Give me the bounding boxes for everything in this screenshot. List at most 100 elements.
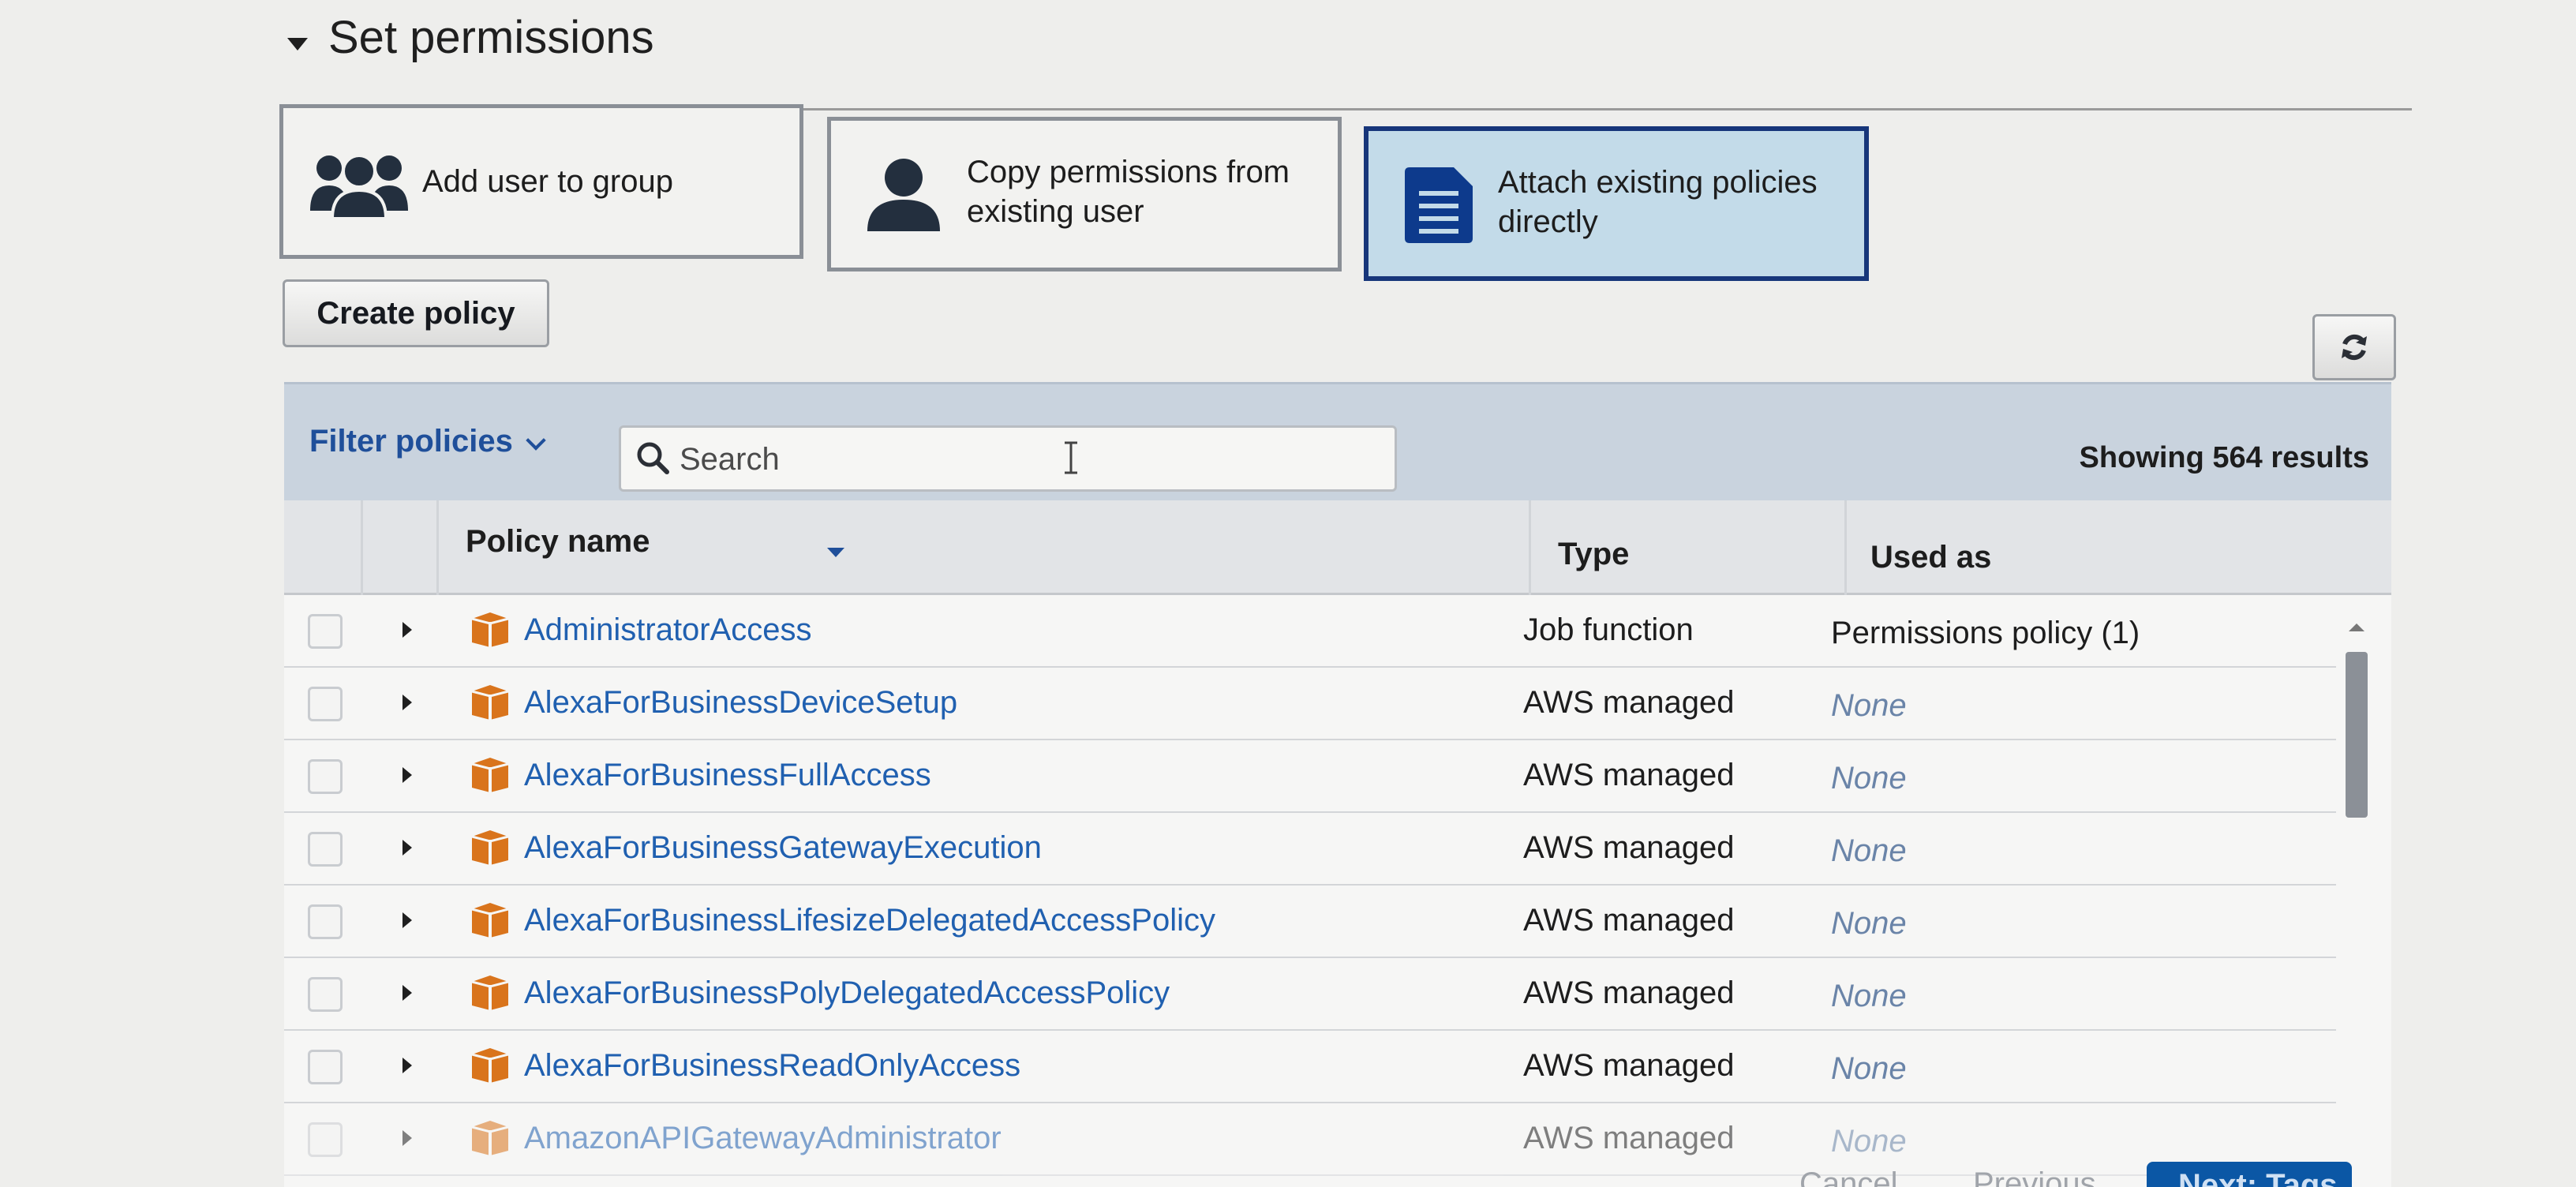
header-type[interactable]: Type: [1531, 500, 1847, 595]
scrollbar-thumb[interactable]: [2346, 652, 2368, 818]
policy-package-icon: [471, 903, 509, 938]
sort-descending-icon[interactable]: [827, 548, 844, 557]
copy-permissions-label-line2: existing user: [967, 194, 1144, 229]
scroll-up-arrow-icon[interactable]: [2349, 623, 2364, 631]
user-icon: [867, 159, 940, 231]
copy-permissions-option[interactable]: Copy permissions from existing user: [827, 117, 1342, 271]
attach-policies-option[interactable]: Attach existing policies directly: [1364, 126, 1869, 281]
policy-name-link[interactable]: AmazonAPIGatewayAdministrator: [524, 1121, 1002, 1156]
policy-type: AWS managed: [1523, 1048, 1735, 1083]
row-checkbox[interactable]: [308, 977, 343, 1012]
policy-used-as: Permissions policy (1): [1831, 616, 2140, 650]
add-user-to-group-label: Add user to group: [422, 164, 673, 199]
table-row[interactable]: AmazonAPIGatewayAdministrator AWS manage…: [284, 1103, 2336, 1176]
policy-name-link[interactable]: AlexaForBusinessReadOnlyAccess: [524, 1048, 1020, 1084]
users-group-icon: [310, 154, 408, 219]
next-tags-button[interactable]: Next: Tags: [2147, 1162, 2352, 1187]
refresh-icon: [2342, 334, 2367, 361]
table-row[interactable]: AlexaForBusinessReadOnlyAccess AWS manag…: [284, 1031, 2336, 1103]
policy-type: AWS managed: [1523, 903, 1735, 938]
policy-package-icon: [471, 830, 509, 865]
expand-row-icon[interactable]: [402, 1058, 412, 1073]
policy-type: AWS managed: [1523, 830, 1735, 865]
results-count: Showing 564 results: [2079, 441, 2369, 474]
expand-row-icon[interactable]: [402, 695, 412, 710]
section-header[interactable]: Set permissions: [281, 8, 2412, 110]
expand-row-icon[interactable]: [402, 767, 412, 783]
refresh-button[interactable]: [2312, 314, 2396, 380]
policy-used-as: None: [1831, 1124, 1907, 1159]
table-scrollbar[interactable]: [2341, 623, 2372, 1187]
previous-button[interactable]: Previous: [1973, 1166, 2096, 1187]
policy-package-icon: [471, 612, 509, 647]
create-policy-label: Create policy: [316, 295, 515, 331]
row-checkbox[interactable]: [308, 759, 343, 794]
policy-type: AWS managed: [1523, 975, 1735, 1010]
policy-used-as: None: [1831, 906, 1907, 941]
filter-policies-dropdown[interactable]: Filter policies: [309, 424, 513, 459]
policy-used-as: None: [1831, 688, 1907, 723]
attach-policies-label-line2: directly: [1498, 204, 1598, 239]
policy-used-as: None: [1831, 761, 1907, 796]
policy-name-link[interactable]: AlexaForBusinessPolyDelegatedAccessPolic…: [524, 975, 1170, 1011]
expand-row-icon[interactable]: [402, 622, 412, 638]
chevron-down-icon[interactable]: [526, 430, 546, 451]
search-input[interactable]: [680, 436, 1374, 483]
expand-row-icon[interactable]: [402, 985, 412, 1001]
table-row[interactable]: AlexaForBusinessFullAccess AWS managed N…: [284, 740, 2336, 813]
policy-type: AWS managed: [1523, 758, 1735, 792]
caret-down-icon[interactable]: [287, 38, 308, 51]
policy-package-icon: [471, 758, 509, 792]
cancel-link[interactable]: Cancel: [1799, 1166, 1898, 1187]
row-checkbox[interactable]: [308, 1122, 343, 1157]
expand-row-icon[interactable]: [402, 912, 412, 928]
policy-package-icon: [471, 1048, 509, 1083]
text-cursor-icon: [1065, 441, 1077, 474]
create-policy-button[interactable]: Create policy: [283, 279, 549, 347]
policy-type: AWS managed: [1523, 685, 1735, 720]
policy-name-link[interactable]: AlexaForBusinessFullAccess: [524, 758, 931, 793]
table-row[interactable]: AdministratorAccess Job function Permiss…: [284, 595, 2336, 668]
section-title: Set permissions: [328, 12, 654, 63]
table-row[interactable]: AlexaForBusinessDeviceSetup AWS managed …: [284, 668, 2336, 740]
add-user-to-group-option[interactable]: Add user to group: [279, 104, 803, 259]
table-row[interactable]: AlexaForBusinessLifesizeDelegatedAccessP…: [284, 886, 2336, 958]
search-icon: [637, 442, 669, 474]
policy-type: Job function: [1523, 612, 1694, 647]
row-checkbox[interactable]: [308, 1050, 343, 1084]
table-row[interactable]: AlexaForBusinessGatewayExecution AWS man…: [284, 813, 2336, 886]
table-header: Policy name Type Used as: [284, 500, 2391, 595]
policy-name-link[interactable]: AlexaForBusinessDeviceSetup: [524, 685, 957, 721]
type-header[interactable]: Type: [1558, 537, 1629, 572]
attach-policies-label-line1: Attach existing policies: [1498, 165, 1818, 200]
filter-bar: Filter policies Showing 564 results: [284, 382, 2391, 500]
row-checkbox[interactable]: [308, 904, 343, 939]
header-used-as[interactable]: Used as: [1847, 500, 2391, 595]
policy-name-header[interactable]: Policy name: [466, 524, 650, 560]
policy-type: AWS managed: [1523, 1121, 1735, 1155]
copy-permissions-label-line1: Copy permissions from: [967, 155, 1290, 189]
used-as-header[interactable]: Used as: [1870, 540, 1991, 575]
policy-name-link[interactable]: AdministratorAccess: [524, 612, 812, 648]
policies-table: Filter policies Showing 564 results Poli…: [284, 382, 2391, 1187]
row-checkbox[interactable]: [308, 832, 343, 867]
next-tags-label: Next: Tags: [2178, 1168, 2338, 1187]
policy-name-link[interactable]: AlexaForBusinessGatewayExecution: [524, 830, 1042, 866]
policy-used-as: None: [1831, 979, 1907, 1013]
policy-package-icon: [471, 685, 509, 720]
expand-row-icon[interactable]: [402, 840, 412, 856]
header-checkbox-cell: [284, 500, 363, 595]
expand-row-icon[interactable]: [402, 1130, 412, 1146]
policy-package-icon: [471, 1121, 509, 1155]
document-icon: [1405, 167, 1473, 243]
header-policy-name[interactable]: Policy name: [439, 500, 1531, 595]
search-box[interactable]: [619, 425, 1397, 492]
policy-used-as: None: [1831, 1051, 1907, 1086]
row-checkbox[interactable]: [308, 614, 343, 649]
policy-package-icon: [471, 975, 509, 1010]
row-checkbox[interactable]: [308, 687, 343, 721]
table-row[interactable]: AlexaForBusinessPolyDelegatedAccessPolic…: [284, 958, 2336, 1031]
policy-used-as: None: [1831, 833, 1907, 868]
policy-name-link[interactable]: AlexaForBusinessLifesizeDelegatedAccessP…: [524, 903, 1215, 938]
header-expand-cell: [363, 500, 439, 595]
